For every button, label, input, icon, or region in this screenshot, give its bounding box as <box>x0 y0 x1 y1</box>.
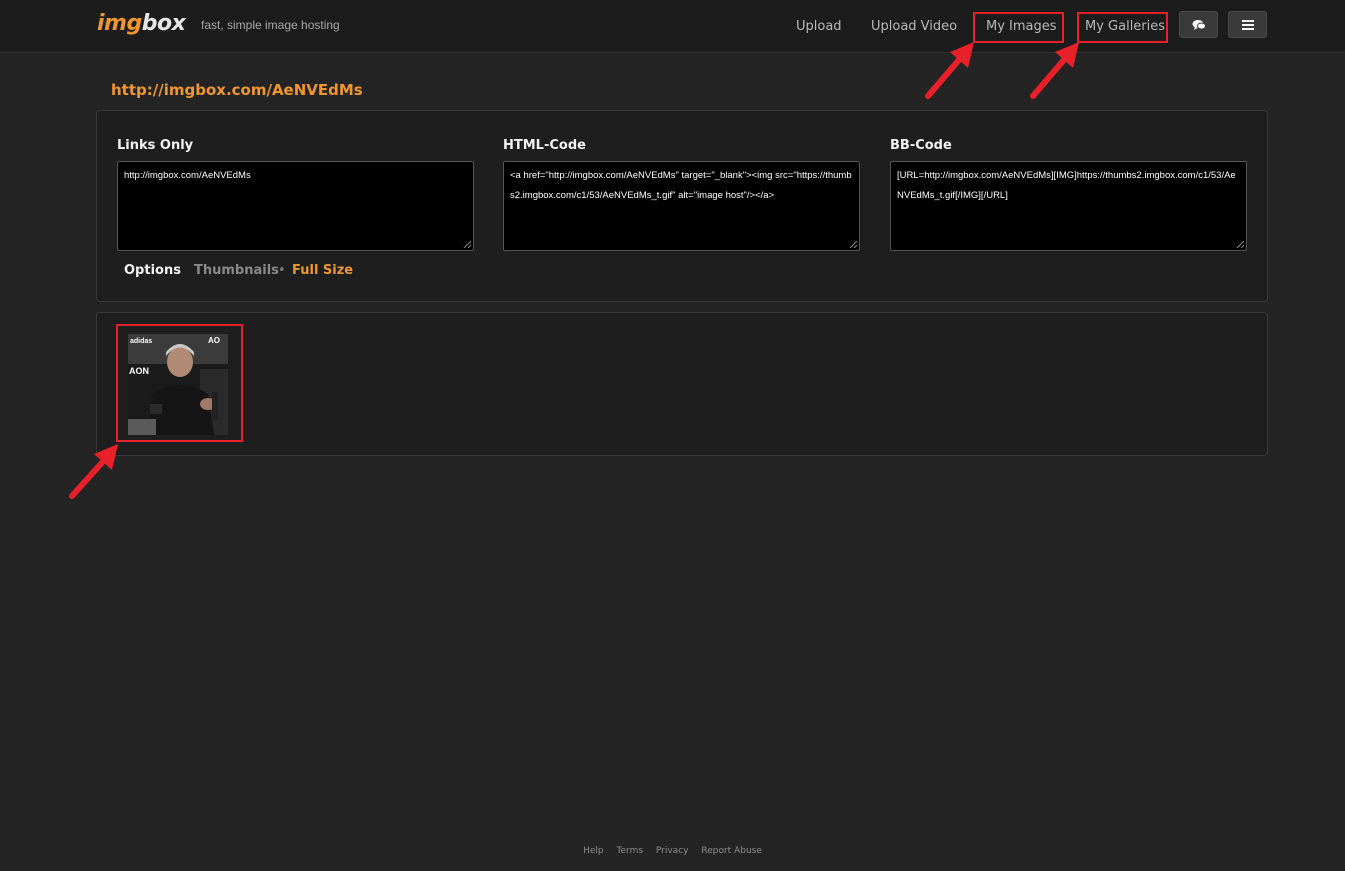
share-url-title[interactable]: http://imgbox.com/AeNVEdMs <box>111 81 363 99</box>
thumbnail-picture: adidas AON AO <box>128 334 228 435</box>
resize-grip-icon[interactable] <box>1236 240 1244 248</box>
logo-box-part: box <box>141 11 186 36</box>
options-label: Options <box>124 263 181 278</box>
footer: Help Terms Privacy Report Abuse <box>0 846 1345 856</box>
thumbnail-adidas-text: adidas <box>130 338 152 345</box>
chat-button[interactable] <box>1179 11 1218 38</box>
footer-help-link[interactable]: Help <box>583 846 604 856</box>
links-only-value: http://imgbox.com/AeNVEdMs <box>124 170 251 181</box>
nav-upload-video-link[interactable]: Upload Video <box>871 19 957 34</box>
arrow-to-my-images-icon <box>925 42 974 99</box>
footer-terms-link[interactable]: Terms <box>617 846 644 856</box>
arrow-to-thumbnail-icon <box>69 444 118 499</box>
tagline: fast, simple image hosting <box>201 18 340 32</box>
footer-report-abuse-link[interactable]: Report Abuse <box>701 846 762 856</box>
links-only-textarea[interactable]: http://imgbox.com/AeNVEdMs <box>117 161 474 251</box>
arrow-to-my-galleries-icon <box>1030 42 1079 99</box>
image-thumbnail[interactable]: adidas AON AO <box>128 334 228 435</box>
option-thumbnails-link[interactable]: Thumbnails <box>194 263 279 278</box>
resize-grip-icon[interactable] <box>463 240 471 248</box>
nav-upload-link[interactable]: Upload <box>796 19 842 34</box>
thumbnails-panel <box>96 312 1268 456</box>
bb-code-value: [URL=http://imgbox.com/AeNVEdMs][IMG]htt… <box>897 170 1236 201</box>
thumbnail-aon-text: AON <box>129 366 149 376</box>
option-full-size-link[interactable]: Full Size <box>292 263 353 278</box>
option-separator: • <box>278 263 286 278</box>
footer-privacy-link[interactable]: Privacy <box>656 846 689 856</box>
html-code-label: HTML-Code <box>503 138 586 153</box>
logo-img-part: img <box>97 11 142 36</box>
links-only-label: Links Only <box>117 138 194 153</box>
my-galleries-highlight <box>1077 12 1168 43</box>
bb-code-label: BB-Code <box>890 138 952 153</box>
menu-icon <box>1241 19 1254 30</box>
html-code-textarea[interactable]: <a href="http://imgbox.com/AeNVEdMs" tar… <box>503 161 860 251</box>
menu-button[interactable] <box>1228 11 1267 38</box>
imgbox-logo[interactable]: imgbox <box>97 11 186 36</box>
bb-code-textarea[interactable]: [URL=http://imgbox.com/AeNVEdMs][IMG]htt… <box>890 161 1247 251</box>
html-code-value: <a href="http://imgbox.com/AeNVEdMs" tar… <box>510 170 852 201</box>
svg-text:AO: AO <box>208 336 220 345</box>
chat-icon <box>1192 19 1206 30</box>
resize-grip-icon[interactable] <box>849 240 857 248</box>
